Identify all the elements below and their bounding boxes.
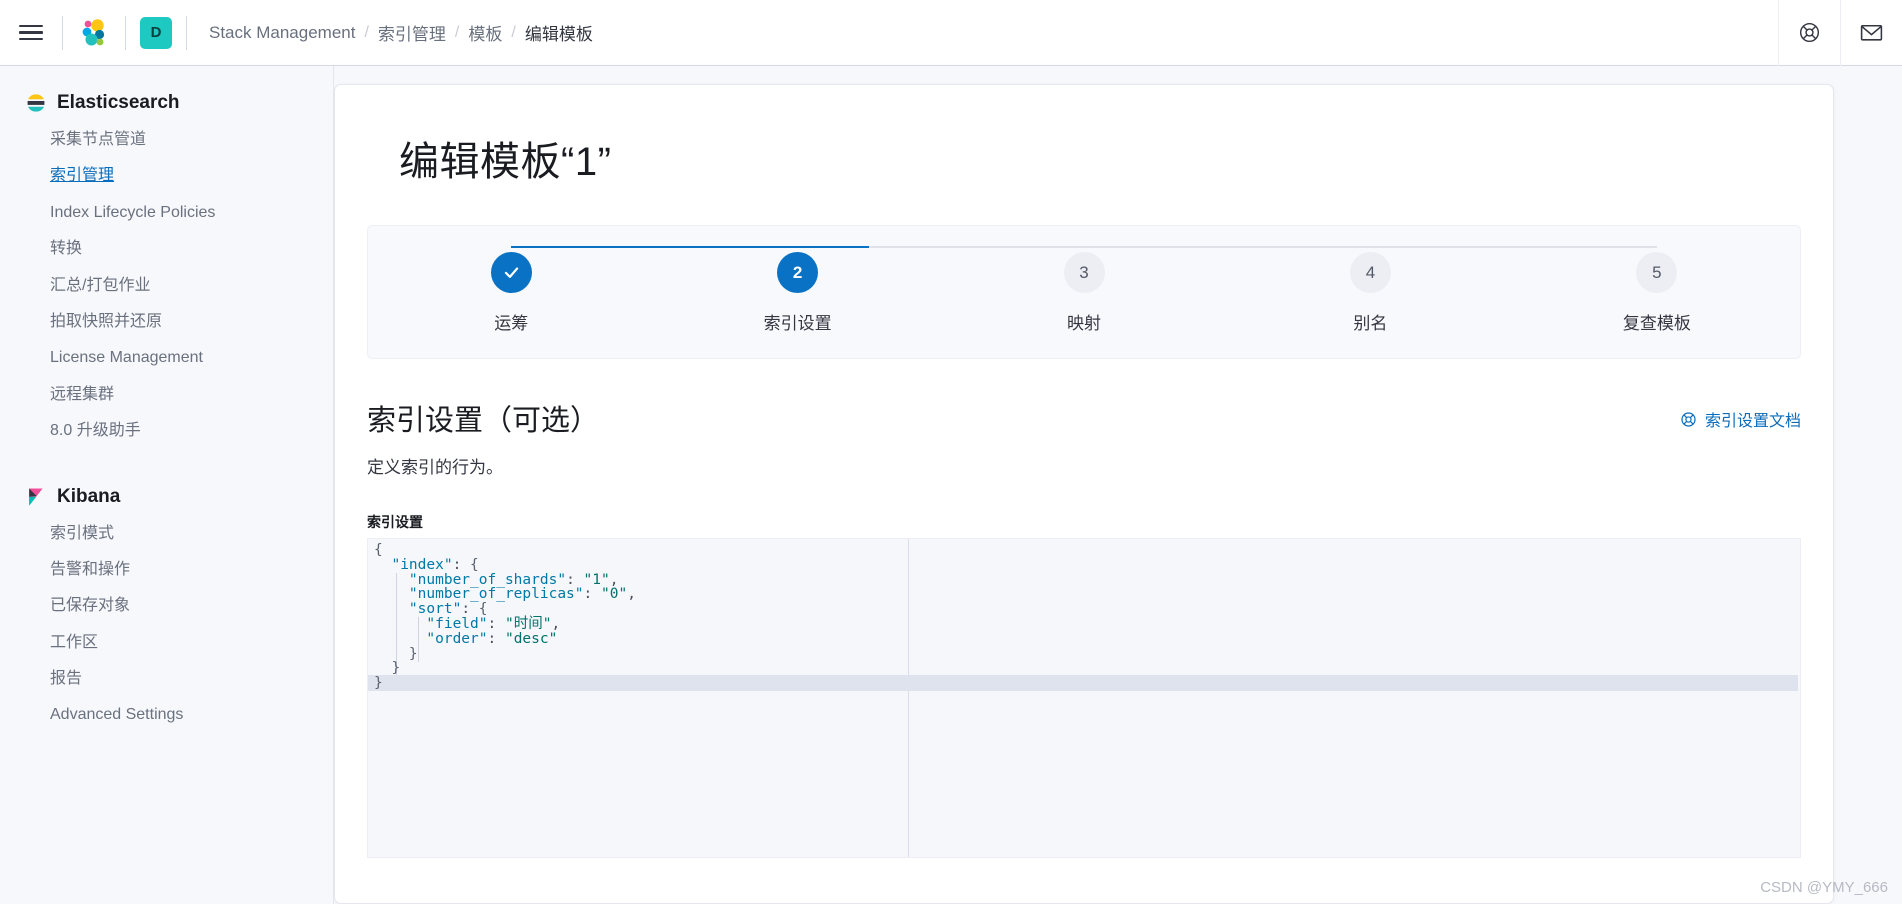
wizard-stepper: 运筹 2 索引设置 3 映射 4 别名 5 复查模板 [367,225,1801,359]
stepper-label-3: 映射 [1067,314,1102,333]
hamburger-menu-button[interactable] [0,0,62,66]
left-sidebar-nav: Elasticsearch 采集节点管道 索引管理 Index Lifecycl… [0,66,334,904]
nav-items-kibana: 索引模式 告警和操作 已保存对象 工作区 报告 Advanced Setting… [0,516,333,744]
stepper-circle-5: 5 [1636,252,1678,293]
code-line: "field": "时间", [374,615,561,632]
doc-link-label: 索引设置文档 [1704,413,1801,430]
code-line: } [374,660,401,677]
code-line: "number_of_shards": "1", [374,571,619,588]
stepper-step-1[interactable]: 运筹 [368,252,654,334]
stepper-progress-line-todo [869,246,1657,248]
nav-group-kibana: Kibana 索引模式 告警和操作 已保存对象 工作区 报告 Advanced … [0,478,333,744]
editor-field-label: 索引设置 [367,514,423,530]
header-divider-1 [62,15,63,50]
hamburger-menu-icon [19,24,43,41]
sidebar-item-reporting[interactable]: 报告 [0,661,333,697]
code-line-active: } [368,675,1800,691]
code-line: "number_of_replicas": "0", [374,586,636,603]
mail-button[interactable] [1840,0,1902,66]
stepper-step-5[interactable]: 5 复查模板 [1514,252,1800,334]
sidebar-item-spaces[interactable]: 工作区 [0,625,333,661]
breadcrumb-item-index-management[interactable]: 索引管理 [378,20,446,45]
sidebar-item-license-management[interactable]: License Management [0,340,333,376]
mail-envelope-icon [1860,24,1883,41]
nav-group-label: Kibana [57,485,121,507]
sidebar-item-remote-clusters[interactable]: 远程集群 [0,377,333,413]
elastic-logo-icon[interactable] [77,16,111,50]
nav-items-elasticsearch: 采集节点管道 索引管理 Index Lifecycle Policies 转换 … [0,122,333,460]
nav-group-label: Elasticsearch [57,92,180,113]
stepper-label-1: 运筹 [494,314,529,333]
stepper-step-4[interactable]: 4 别名 [1227,252,1513,334]
code-line: { [374,542,383,558]
check-icon [504,267,518,278]
stepper-label-5: 复查模板 [1622,314,1691,333]
nav-group-title-elasticsearch: Elasticsearch [0,84,333,122]
breadcrumb-separator: / [454,23,460,41]
editor-code-area: { "index": { "number_of_shards": "1", "n… [368,539,1800,691]
avatar-initial: D [150,24,162,41]
elasticsearch-logo-icon [26,93,46,113]
sidebar-item-upgrade-assistant[interactable]: 8.0 升级助手 [0,413,333,449]
section-title: 索引设置（可选） [367,405,600,437]
help-button[interactable] [1778,0,1840,66]
header-actions [1778,0,1902,66]
breadcrumb: Stack Management / 索引管理 / 模板 / 编辑模板 [209,20,593,45]
section-description: 定义索引的行为。 [367,458,503,477]
sidebar-item-snapshot-and-restore[interactable]: 拍取快照并还原 [0,304,333,340]
sidebar-item-advanced-settings[interactable]: Advanced Settings [0,697,333,733]
breadcrumb-separator: / [364,23,369,41]
nav-group-elasticsearch: Elasticsearch 采集节点管道 索引管理 Index Lifecycl… [0,84,333,460]
code-line: } [374,645,418,662]
user-avatar[interactable]: D [140,16,172,49]
stepper-circle-4: 4 [1349,252,1391,293]
sidebar-item-rollup-jobs[interactable]: 汇总/打包作业 [0,268,333,304]
sidebar-item-index-patterns[interactable]: 索引模式 [0,516,333,552]
main-content-area: 编辑模板“1” 运筹 2 索引设置 3 映射 4 别名 5 复查模板 索引设置（… [334,66,1902,904]
help-life-ring-icon [1799,22,1820,43]
stepper-circle-3: 3 [1063,252,1105,293]
sidebar-item-index-management[interactable]: 索引管理 [0,158,333,194]
breadcrumb-item-templates[interactable]: 模板 [468,20,502,45]
stepper-label-4: 别名 [1353,314,1388,333]
edit-template-panel: 编辑模板“1” 运筹 2 索引设置 3 映射 4 别名 5 复查模板 索引设置（… [334,84,1834,904]
sidebar-item-transforms[interactable]: 转换 [0,231,333,267]
code-line: "sort": { [374,601,488,618]
code-line: "index": { [374,556,479,573]
stepper-circle-1 [490,252,532,293]
sidebar-item-alerts-and-actions[interactable]: 告警和操作 [0,552,333,588]
section-header: 索引设置（可选） 定义索引的行为。 索引设置文档 [367,397,1801,478]
index-settings-code-editor[interactable]: { "index": { "number_of_shards": "1", "n… [367,538,1801,858]
kibana-logo-icon [26,487,46,507]
header-divider-3 [186,15,187,50]
index-settings-docs-link[interactable]: 索引设置文档 [1680,397,1801,431]
app-header: D Stack Management / 索引管理 / 模板 / 编辑模板 [0,0,1902,66]
breadcrumb-item-stack-management[interactable]: Stack Management [209,23,355,43]
header-divider-2 [125,15,126,50]
stepper-step-3[interactable]: 3 映射 [941,252,1227,334]
stepper-circle-2: 2 [777,252,819,293]
help-life-ring-icon [1681,411,1696,427]
breadcrumb-item-edit-template: 编辑模板 [524,25,593,44]
code-line: "order": "desc" [374,630,558,647]
stepper-label-2: 索引设置 [763,314,832,333]
sidebar-item-index-lifecycle-policies[interactable]: Index Lifecycle Policies [0,195,333,231]
sidebar-item-ingest-node-pipelines[interactable]: 采集节点管道 [0,122,333,158]
page-title: 编辑模板“1” [399,140,612,184]
stepper-progress-line-done [511,246,870,248]
stepper-step-2[interactable]: 2 索引设置 [654,252,940,334]
sidebar-item-saved-objects[interactable]: 已保存对象 [0,588,333,624]
nav-group-title-kibana: Kibana [0,478,333,516]
breadcrumb-separator: / [511,23,516,41]
section-header-text: 索引设置（可选） 定义索引的行为。 [367,397,599,478]
